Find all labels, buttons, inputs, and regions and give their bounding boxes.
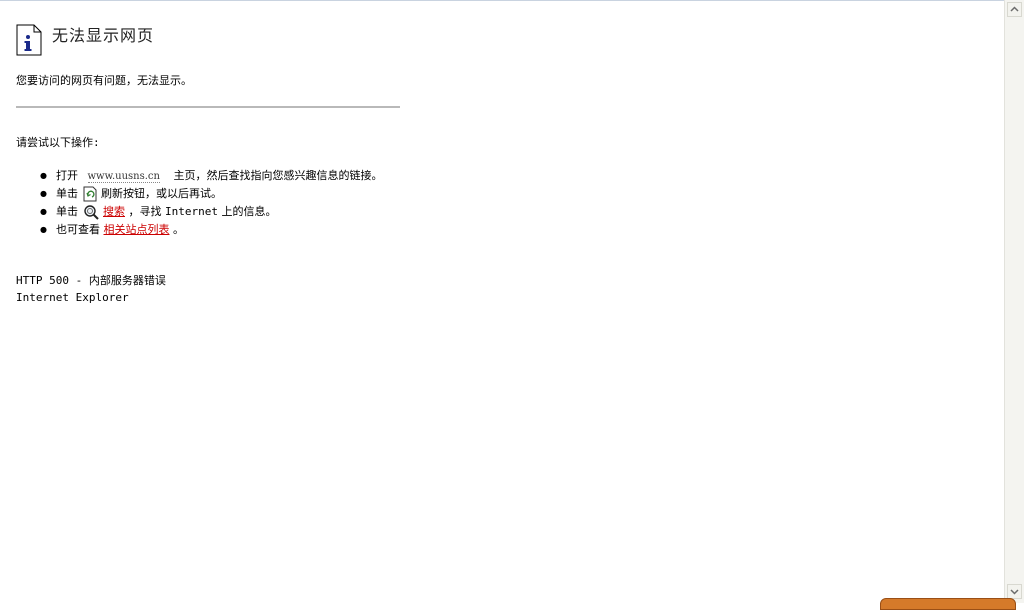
action-prefix: 单击 (56, 187, 78, 200)
error-code: HTTP 500 - 内部服务器错误 (16, 274, 166, 287)
list-item: 打开 www.uusns.cn 主页，然后查找指向您感兴趣信息的链接。 (16, 167, 436, 185)
action-prefix: 也可查看 (56, 223, 100, 236)
info-icon (16, 24, 42, 56)
page-title: 无法显示网页 (52, 26, 155, 45)
error-details: HTTP 500 - 内部服务器错误 Internet Explorer (16, 272, 166, 306)
chevron-up-icon (1010, 6, 1019, 12)
related-sites-link[interactable]: 相关站点列表 (104, 223, 170, 236)
error-message: 您要访问的网页有问题，无法显示。 (16, 74, 192, 87)
action-suffix: 上的信息。 (221, 205, 277, 218)
homepage-url: www.uusns.cn (87, 171, 160, 183)
divider (16, 106, 400, 108)
error-page: 无法显示网页 您要访问的网页有问题，无法显示。 请尝试以下操作: 打开 www.… (0, 0, 1004, 603)
vertical-scrollbar[interactable] (1004, 0, 1024, 603)
list-item: 单击 刷新按钮，或以后再试。 (16, 185, 436, 203)
action-prefix: 打开 (56, 169, 78, 182)
action-middle: ，寻找 (128, 205, 162, 218)
action-list: 打开 www.uusns.cn 主页，然后查找指向您感兴趣信息的链接。 单击 刷… (16, 167, 436, 239)
search-icon[interactable] (83, 204, 99, 220)
search-link[interactable]: 搜索 (103, 205, 125, 218)
action-suffix: 。 (173, 223, 184, 236)
instructions-heading: 请尝试以下操作: (16, 136, 100, 149)
action-suffix: 主页，然后查找指向您感兴趣信息的链接。 (173, 169, 383, 182)
list-item: 单击 搜索 ，寻找 Internet 上的信息。 (16, 203, 436, 221)
chevron-down-icon (1010, 589, 1019, 595)
action-prefix: 单击 (56, 205, 78, 218)
taskbar-edge (880, 598, 1016, 610)
scroll-up-button[interactable] (1007, 2, 1022, 17)
product-name: Internet Explorer (16, 291, 129, 304)
refresh-icon[interactable] (83, 186, 97, 202)
list-item: 也可查看 相关站点列表 。 (16, 221, 436, 239)
internet-keyword: Internet (165, 205, 218, 218)
action-suffix: 刷新按钮，或以后再试。 (101, 187, 222, 200)
scroll-down-button[interactable] (1007, 584, 1022, 599)
